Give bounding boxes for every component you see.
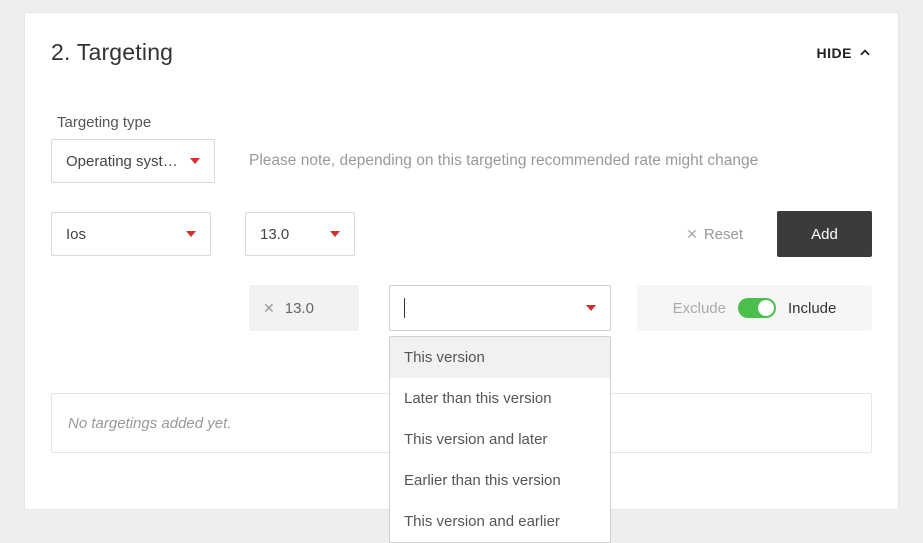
- row-os-version: Ios 13.0 ✕ Reset Add: [51, 211, 872, 257]
- comparison-option[interactable]: This version: [390, 337, 610, 378]
- hide-button[interactable]: HIDE: [817, 45, 872, 61]
- chevron-up-icon: [858, 46, 872, 60]
- targeting-type-select[interactable]: Operating syst…: [51, 139, 215, 183]
- toggle-switch[interactable]: [738, 298, 776, 318]
- empty-state-text: No targetings added yet.: [68, 415, 231, 432]
- chevron-down-icon: [190, 158, 200, 164]
- chevron-down-icon: [586, 305, 596, 311]
- chevron-down-icon: [330, 231, 340, 237]
- section-title: 2. Targeting: [51, 39, 173, 66]
- comparison-option[interactable]: Earlier than this version: [390, 460, 610, 501]
- include-exclude-toggle: Exclude Include: [637, 285, 872, 331]
- close-icon: ✕: [686, 226, 698, 243]
- comparison-option[interactable]: This version and later: [390, 419, 610, 460]
- add-button[interactable]: Add: [777, 211, 872, 257]
- hide-label: HIDE: [817, 45, 852, 61]
- comparison-wrapper: This version Later than this version Thi…: [389, 285, 611, 331]
- targeting-type-label: Targeting type: [57, 114, 872, 131]
- comparison-option[interactable]: Later than this version: [390, 378, 610, 419]
- comparison-option[interactable]: This version and earlier: [390, 501, 610, 542]
- os-select[interactable]: Ios: [51, 212, 211, 256]
- targeting-card: 2. Targeting HIDE Targeting type Operati…: [24, 12, 899, 510]
- os-value: Ios: [66, 226, 86, 243]
- version-select[interactable]: 13.0: [245, 212, 355, 256]
- chevron-down-icon: [186, 231, 196, 237]
- exclude-label: Exclude: [673, 300, 726, 317]
- include-label: Include: [788, 300, 836, 317]
- version-chip: ✕ 13.0: [249, 285, 359, 331]
- row-type: Operating syst… Please note, depending o…: [51, 139, 872, 183]
- card-header: 2. Targeting HIDE: [25, 13, 898, 66]
- row-condition: ✕ 13.0 This version Later than this vers…: [51, 285, 872, 331]
- text-cursor: [404, 298, 405, 318]
- toggle-knob: [758, 300, 774, 316]
- comparison-dropdown: This version Later than this version Thi…: [389, 336, 611, 543]
- reset-button[interactable]: ✕ Reset: [686, 226, 743, 243]
- add-label: Add: [811, 226, 838, 243]
- comparison-select[interactable]: [389, 285, 611, 331]
- version-value: 13.0: [260, 226, 289, 243]
- targeting-type-value: Operating syst…: [66, 153, 178, 170]
- card-body: Targeting type Operating syst… Please no…: [25, 66, 898, 453]
- reset-label: Reset: [704, 226, 743, 243]
- remove-chip-button[interactable]: ✕: [263, 300, 275, 317]
- rate-note: Please note, depending on this targeting…: [249, 152, 758, 170]
- chip-value: 13.0: [285, 300, 314, 317]
